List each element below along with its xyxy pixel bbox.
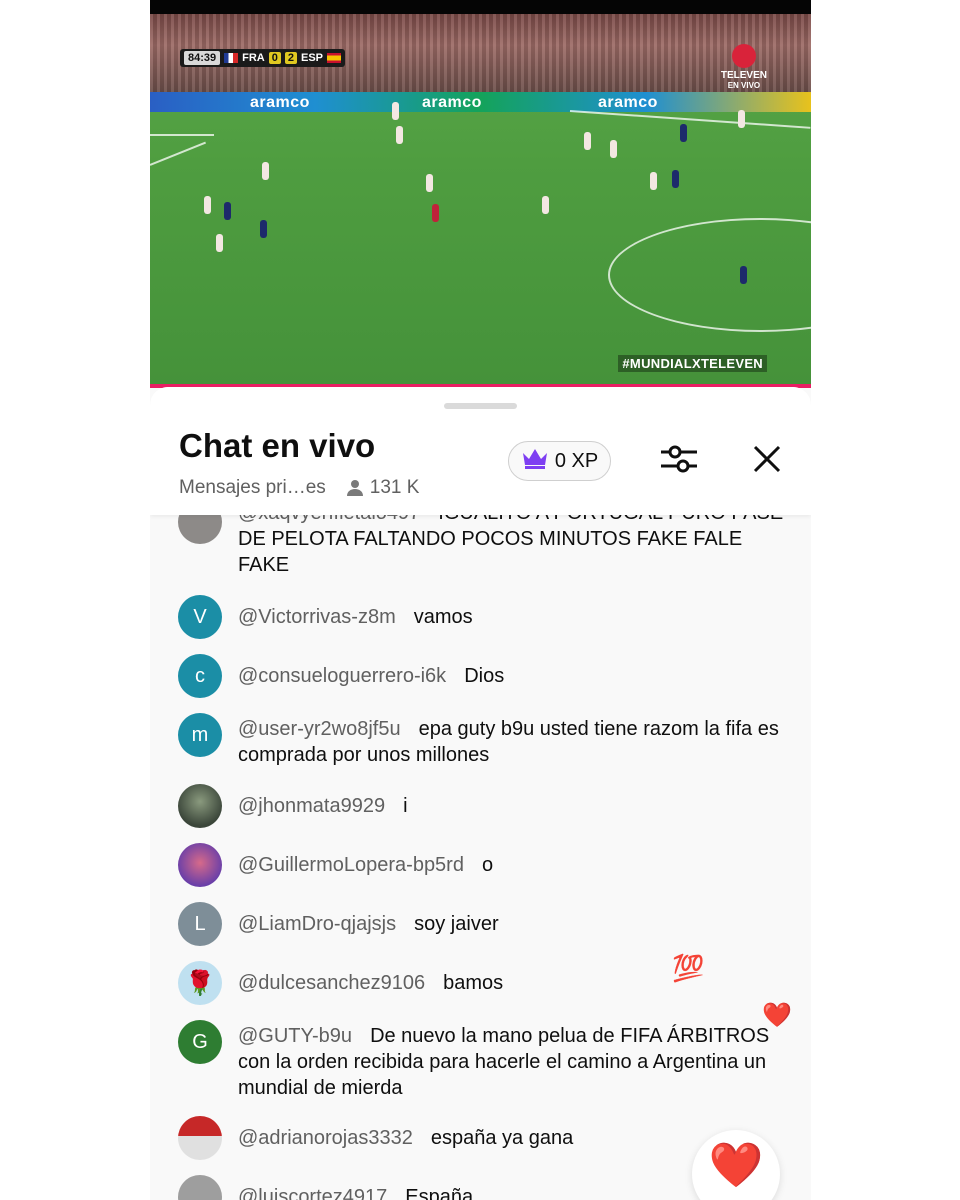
video-top-bar (150, 0, 811, 14)
pitch-line (150, 141, 207, 166)
message-author[interactable]: @user-yr2wo8jf5u (238, 718, 401, 740)
message-text: o (481, 854, 494, 876)
pitch-line (150, 134, 214, 136)
message-text: España (405, 1186, 474, 1200)
close-icon (753, 445, 781, 478)
player (680, 124, 687, 142)
player (426, 174, 433, 192)
message-author[interactable]: @LiamDro-qjajsjs (238, 913, 396, 935)
player (396, 126, 403, 144)
message-author[interactable]: @consueloguerrero-i6k (238, 665, 446, 687)
referee (432, 204, 439, 222)
player (650, 172, 657, 190)
message-author[interactable]: @GuillermoLopera-bp5rd (238, 854, 464, 876)
avatar[interactable] (178, 1175, 222, 1200)
scorebug: 84:39 FRA 0 2 ESP (180, 49, 346, 67)
crown-icon (521, 447, 549, 475)
player (204, 196, 211, 214)
player (260, 220, 267, 238)
message-content: @user-yr2wo8jf5u epa guty b9u usted tiene… (238, 716, 788, 768)
drag-handle[interactable] (444, 403, 517, 409)
message-author[interactable]: @adrianorojas3332 (238, 1127, 413, 1149)
player (224, 202, 231, 220)
ad-text: aramco (598, 94, 658, 111)
viewer-count: 131 K (369, 477, 420, 498)
player (610, 140, 617, 158)
player (740, 266, 747, 284)
spain-flag-icon (327, 53, 342, 63)
avatar[interactable]: 🌹 (178, 961, 222, 1005)
message-text: soy jaiver (414, 913, 499, 935)
player (584, 132, 591, 150)
chat-header: Chat en vivo Mensajes pri…es 131 K 0 XP (150, 387, 811, 515)
avatar[interactable]: L (178, 902, 222, 946)
pitch-line (569, 110, 811, 129)
avatar[interactable] (178, 843, 222, 887)
player (542, 196, 549, 214)
player (738, 110, 745, 128)
hundred-points-icon: 💯 (672, 953, 705, 983)
filter-button[interactable] (657, 439, 701, 483)
player (392, 102, 399, 120)
avatar[interactable]: m (178, 713, 222, 757)
avatar[interactable] (178, 784, 222, 828)
center-circle (608, 218, 811, 332)
message-author[interactable]: @Victorrivas-z8m (238, 606, 396, 628)
sliders-icon (660, 442, 698, 481)
home-team: FRA (242, 52, 265, 64)
message-text: españa ya gana (430, 1127, 574, 1149)
message-content: @consueloguerrero-i6k Dios (238, 663, 788, 689)
message-author[interactable]: @luiscortez4917 (238, 1186, 387, 1200)
person-icon (346, 479, 364, 497)
away-team: ESP (301, 52, 324, 64)
avatar[interactable] (178, 1116, 222, 1160)
avatar[interactable]: V (178, 595, 222, 639)
avatar[interactable]: c (178, 654, 222, 698)
xp-button[interactable]: 0 XP (508, 441, 611, 481)
live-chat-panel: Chat en vivo Mensajes pri…es 131 K 0 XP (150, 387, 811, 1200)
message-content: @GuillermoLopera-bp5rd o (238, 852, 788, 878)
message-content: @dulcesanchez9106 bamos (238, 970, 788, 996)
message-text: bamos (443, 972, 504, 994)
channel-logo: TELEVEN EN VIVO (721, 44, 767, 91)
rose-icon: 🌹 (185, 969, 215, 997)
avatar[interactable]: G (178, 1020, 222, 1064)
broadcast-hashtag: #MUNDIALXTELEVEN (618, 355, 767, 372)
chat-title: Chat en vivo (179, 427, 376, 464)
message-content: @GUTY-b9u De nuevo la mano pelua de FIFA … (238, 1023, 788, 1101)
phone-screen: aramco aramco aramco 84:39 FRA 0 2 ESP T… (150, 0, 811, 1200)
player (672, 170, 679, 188)
message-text: i (403, 795, 408, 817)
video-frame: aramco aramco aramco 84:39 FRA 0 2 ESP T… (150, 14, 811, 386)
message-content: @LiamDro-qjajsjs soy jaiver (238, 911, 788, 937)
channel-name: TELEVEN (720, 70, 767, 81)
video-player[interactable]: aramco aramco aramco 84:39 FRA 0 2 ESP T… (150, 0, 811, 388)
message-author[interactable]: @dulcesanchez9106 (238, 972, 425, 994)
message-author[interactable]: @GUTY-b9u (238, 1025, 352, 1047)
ad-text: aramco (250, 94, 310, 111)
message-content: @Victorrivas-z8m vamos (238, 604, 788, 630)
message-content: @jhonmata9929 i (238, 793, 788, 819)
chat-mode-label[interactable]: Mensajes pri…es (179, 477, 326, 499)
player (216, 234, 223, 252)
france-flag-icon (224, 53, 239, 63)
heart-icon: ❤️ (708, 1141, 764, 1190)
channel-logo-icon (731, 44, 756, 68)
player (262, 162, 269, 180)
message-text: vamos (413, 606, 473, 628)
match-time: 84:39 (184, 51, 221, 65)
ad-text: aramco (422, 94, 482, 111)
heart-icon: ❤️ (762, 1002, 792, 1029)
home-score: 0 (268, 52, 281, 64)
message-text: Dios (464, 665, 505, 687)
away-score: 2 (284, 52, 297, 64)
xp-label: 0 XP (554, 449, 599, 472)
close-button[interactable] (745, 439, 789, 483)
channel-live-label: EN VIVO (727, 81, 761, 90)
chat-mode-selector[interactable]: Mensajes pri…es 131 K (179, 477, 419, 499)
message-author[interactable]: @jhonmata9929 (238, 795, 385, 817)
